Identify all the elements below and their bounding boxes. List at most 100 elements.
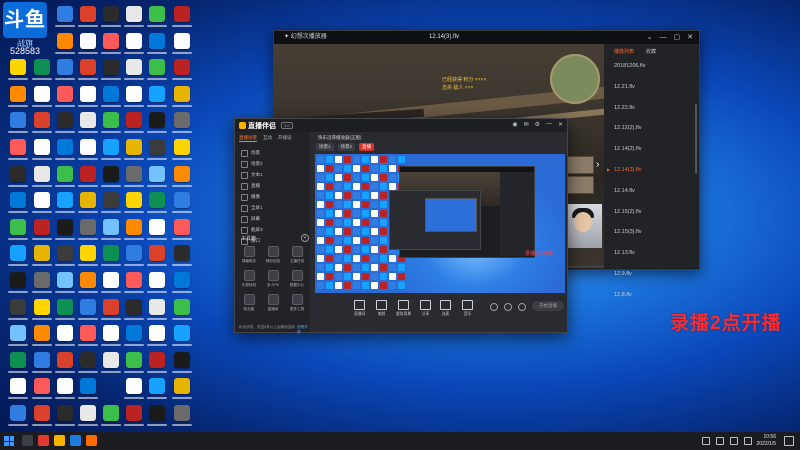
desktop-shortcut-icon[interactable] [76, 351, 100, 378]
desktop-shortcut-icon[interactable] [6, 218, 30, 245]
playlist-item[interactable]: 12.13.flv [604, 248, 699, 269]
close-icon[interactable]: ✕ [558, 121, 563, 128]
live-room-button[interactable]: 直播间 [354, 300, 365, 317]
desktop-shortcut-icon[interactable] [145, 405, 169, 431]
desktop-shortcut-icon[interactable] [30, 405, 54, 431]
taskbar-app-icon[interactable] [70, 435, 81, 446]
desktop-shortcut-icon[interactable] [76, 192, 100, 218]
desktop-shortcut-icon[interactable] [145, 32, 169, 59]
desktop-shortcut-icon[interactable] [53, 192, 77, 218]
desktop-shortcut-icon[interactable] [76, 272, 100, 298]
tab-scene-2[interactable]: 场景2 [337, 143, 356, 151]
playlist-item[interactable]: 12.14(2).flv [604, 144, 699, 165]
desktop-shortcut-icon[interactable] [122, 325, 146, 351]
desktop-shortcut-icon[interactable] [53, 218, 77, 245]
desktop-shortcut-icon[interactable] [145, 139, 169, 165]
desktop-shortcut-icon[interactable] [53, 32, 77, 59]
playlist-item[interactable]: 12.14(3).flv [604, 165, 699, 186]
desktop-shortcut-icon[interactable] [76, 165, 100, 192]
chevron-down-icon[interactable]: ⌄ [647, 31, 653, 44]
desktop-shortcut-icon[interactable] [30, 85, 54, 112]
desktop-shortcut-icon[interactable] [170, 139, 194, 165]
network-icon[interactable] [716, 437, 724, 445]
desktop-shortcut-icon[interactable] [145, 6, 169, 32]
desktop-shortcut-icon[interactable] [76, 139, 100, 165]
desktop-shortcut-icon[interactable] [53, 245, 77, 271]
desktop-shortcut-icon[interactable] [170, 6, 194, 32]
desktop-shortcut-icon[interactable] [122, 6, 146, 32]
minimize-icon[interactable]: — [660, 31, 667, 44]
desktop-shortcut-icon[interactable] [145, 351, 169, 378]
desktop-shortcut-icon[interactable] [99, 6, 123, 32]
desktop-shortcut-icon[interactable] [53, 298, 77, 325]
desktop-shortcut-icon[interactable] [99, 59, 123, 85]
desktop-shortcut-icon[interactable] [99, 405, 123, 431]
scene-item[interactable]: 文本1 [235, 169, 310, 180]
playlist-item[interactable]: 20181206.flv [604, 61, 699, 82]
taskbar-app-icon[interactable] [38, 435, 49, 446]
live-recorder-window[interactable]: 直播伴侣 3.0 ◉ ✉ ⚙ — ✕ 直播场景 互动 开播设 场景 场景2 文本1 直… [234, 118, 568, 334]
desktop-shortcut-icon[interactable] [53, 139, 77, 165]
desktop-shortcut-icon[interactable] [99, 272, 123, 298]
chevron-up-icon[interactable] [702, 437, 710, 445]
desktop-shortcut-icon[interactable] [30, 272, 54, 298]
virtual-bg-button[interactable]: 虚拟背景 [396, 300, 411, 317]
scene-item[interactable]: 直播 [235, 180, 310, 191]
desktop-shortcut-icon[interactable] [76, 112, 100, 138]
mail-icon[interactable]: ✉ [524, 121, 529, 128]
desktop-shortcut-icon[interactable] [76, 245, 100, 271]
desktop-shortcut-icon[interactable] [145, 85, 169, 112]
tool-item[interactable]: 粉丝团 [237, 294, 261, 312]
desktop-shortcut-icon[interactable] [122, 298, 146, 325]
search-icon[interactable] [22, 435, 33, 446]
desktop-shortcut-icon[interactable] [170, 112, 194, 138]
desktop-shortcut-icon[interactable] [6, 378, 30, 404]
desktop-shortcut-icon[interactable] [122, 272, 146, 298]
tab-favorites[interactable]: 收藏 [646, 48, 656, 55]
taskbar-app-icon[interactable] [54, 435, 65, 446]
gear-icon[interactable]: ⚙ [535, 121, 540, 128]
maximize-icon[interactable]: ▢ [674, 31, 681, 44]
desktop-shortcut-icon[interactable] [30, 192, 54, 218]
avatar[interactable]: ◉ [512, 121, 517, 128]
desktop-shortcut-icon[interactable] [6, 112, 30, 138]
scene-item[interactable]: 屏幕 [235, 213, 310, 224]
mic-link-button[interactable]: 连麦 [440, 300, 451, 317]
mic-icon[interactable] [504, 303, 512, 311]
desktop-shortcut-icon[interactable] [53, 112, 77, 138]
stream-preview[interactable]: 录播2点开播 [315, 154, 565, 293]
desktop-shortcut-icon[interactable] [30, 112, 54, 138]
desktop-shortcut-icon[interactable] [145, 325, 169, 351]
desktop-shortcut-icon[interactable] [6, 59, 30, 85]
tool-item[interactable]: 主播任务 [285, 246, 309, 264]
desktop-shortcut-icon[interactable] [53, 6, 77, 32]
desktop-shortcut-icon[interactable] [170, 325, 194, 351]
desktop-shortcut-icon[interactable] [145, 245, 169, 271]
recorder-titlebar[interactable]: 直播伴侣 3.0 ◉ ✉ ⚙ — ✕ [235, 119, 567, 132]
desktop-shortcut-icon[interactable] [30, 245, 54, 271]
desktop-shortcut-icon[interactable] [122, 218, 146, 245]
desktop-shortcut-icon[interactable] [170, 85, 194, 112]
player-titlebar[interactable]: ✦ 幻想次播放器 12.14(3).flv ⌄ — ▢ ✕ [274, 31, 699, 44]
desktop-shortcut-icon[interactable] [99, 245, 123, 271]
desktop-shortcut-icon[interactable] [76, 218, 100, 245]
desktop-shortcut-icon[interactable] [170, 405, 194, 431]
desktop-shortcut-icon[interactable] [170, 298, 194, 325]
desktop-shortcut-icon[interactable] [99, 85, 123, 112]
desktop-shortcut-icon[interactable] [170, 32, 194, 59]
desktop-shortcut-icon[interactable] [122, 85, 146, 112]
tool-item[interactable]: 礼物特效 [237, 270, 261, 288]
playlist-scrollbar[interactable] [695, 104, 697, 174]
desktop-shortcut-icon[interactable] [122, 378, 146, 404]
music-button[interactable]: 音乐 [462, 300, 473, 317]
gear-icon[interactable] [518, 303, 526, 311]
playlist-item[interactable]: 12.14.flv [604, 186, 699, 207]
tool-item[interactable]: 弹幕助手 [237, 246, 261, 264]
desktop-shortcut-icon[interactable] [30, 378, 54, 404]
playlist-item[interactable]: 12.15(2).flv [604, 207, 699, 228]
tab-interact[interactable]: 互动 [263, 135, 272, 142]
playlist-item[interactable]: 12.15(3).flv [604, 227, 699, 248]
desktop-shortcut-icon[interactable] [99, 325, 123, 351]
playlist-item[interactable]: 12.12(2).flv [604, 123, 699, 144]
desktop-shortcut-icon[interactable] [6, 272, 30, 298]
